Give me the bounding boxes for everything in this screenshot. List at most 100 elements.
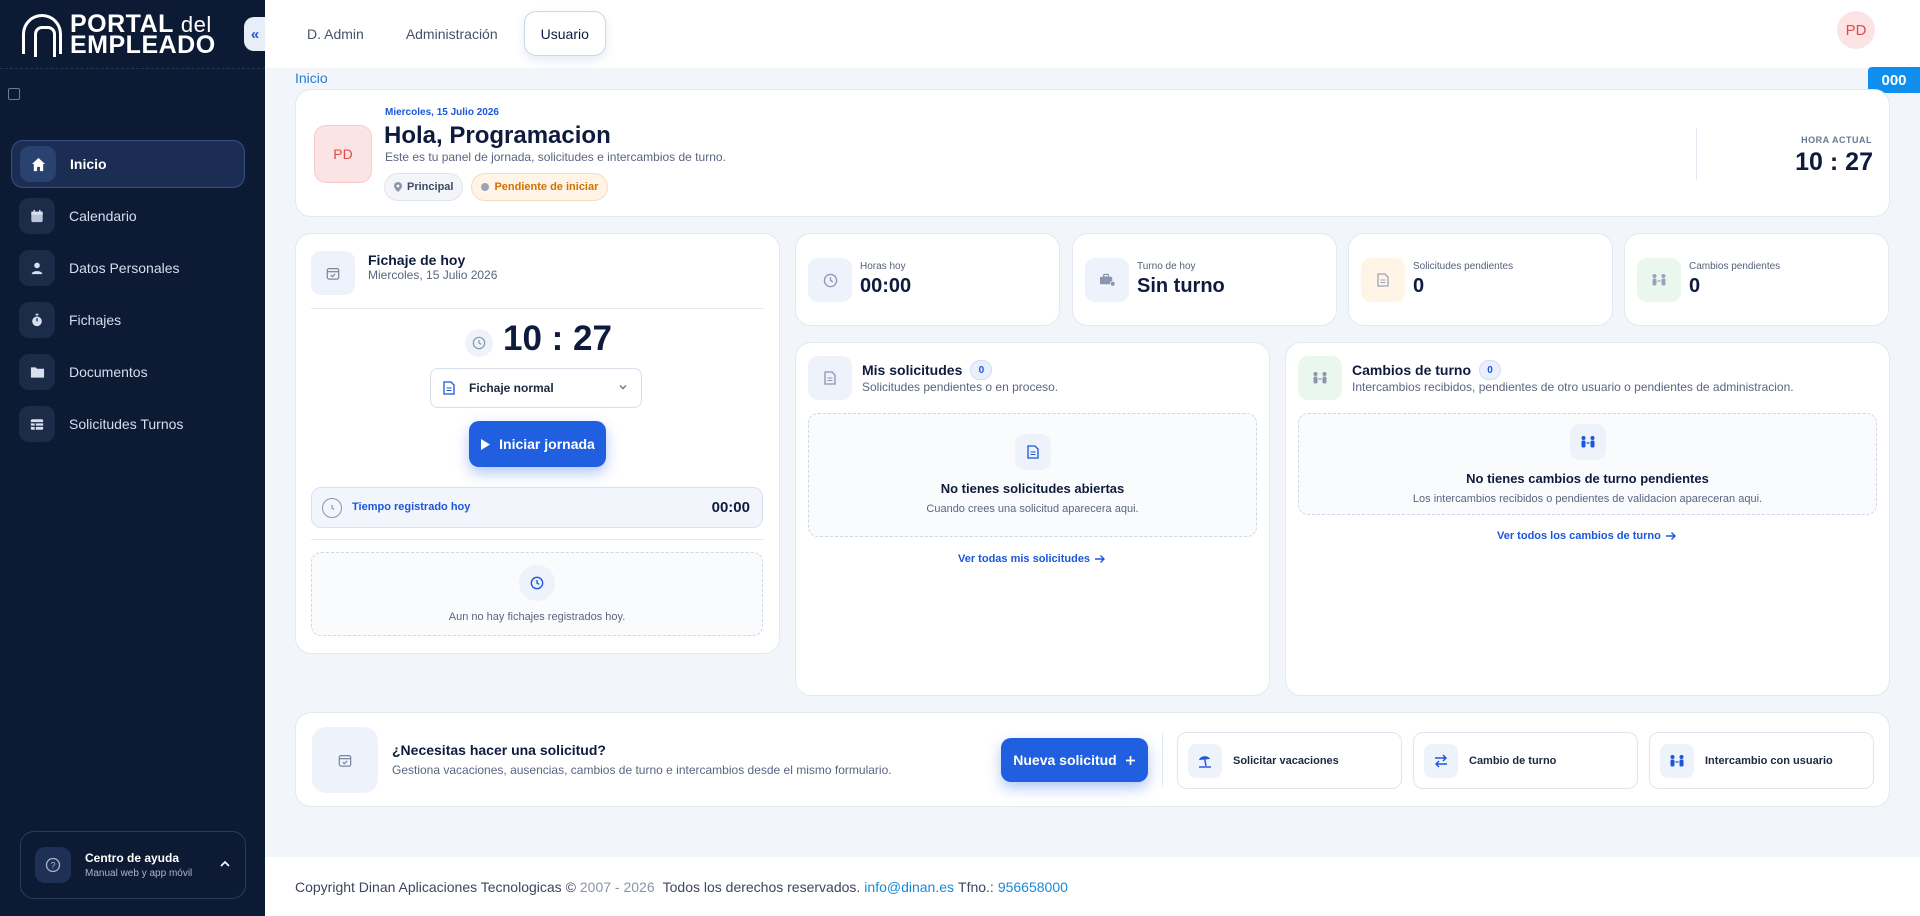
sidebar-divider: [0, 68, 265, 69]
rights-text: Todos los derechos reservados.: [662, 878, 861, 895]
sidebar-item-datos-personales[interactable]: Datos Personales: [11, 244, 245, 292]
sidebar-nav: Inicio Calendario Datos Personales Ficha…: [11, 140, 245, 452]
start-shift-label: Iniciar jornada: [499, 436, 595, 452]
stat-label: Cambios pendientes: [1689, 261, 1781, 272]
clock-icon: [465, 329, 493, 357]
my-requests-card: Mis solicitudes 0 Solicitudes pendientes…: [795, 342, 1270, 696]
status-badge: Pendiente de iniciar: [471, 173, 609, 201]
topbar: D. Admin Administración Usuario PD: [265, 0, 1920, 68]
copyright-years: 2007 - 2026: [579, 878, 655, 895]
sidebar-item-inicio[interactable]: Inicio: [11, 140, 245, 188]
request-bar-title: ¿Necesitas hacer una solicitud?: [392, 742, 606, 758]
my-requests-subtitle: Solicitudes pendientes o en proceso.: [862, 380, 1059, 394]
clock-in-empty-state: Aun no hay fichajes registrados hoy.: [311, 552, 763, 636]
logo-line2: EMPLEADO: [70, 30, 216, 59]
user-avatar[interactable]: PD: [1837, 11, 1875, 49]
plus-icon: [1125, 755, 1135, 765]
stat-value: 0: [1413, 275, 1425, 297]
document-icon: [808, 356, 852, 400]
logo-mark-icon: [22, 14, 62, 57]
greeting-subtitle: Este es tu panel de jornada, solicitudes…: [385, 150, 726, 164]
stat-value: Sin turno: [1137, 275, 1225, 297]
email-link[interactable]: info@dinan.es: [864, 879, 954, 895]
stat-card-requests: Solicitudes pendientes 0: [1348, 233, 1613, 326]
quick-action-label: Cambio de turno: [1469, 754, 1557, 767]
greeting-title: Hola, Programacion: [384, 122, 611, 149]
link-label: Ver todos los cambios de turno: [1497, 530, 1661, 542]
shift-changes-empty-state: No tienes cambios de turno pendientes Lo…: [1298, 413, 1877, 515]
stat-card-shift: Turno de hoy Sin turno: [1072, 233, 1337, 326]
document-icon: [443, 381, 455, 395]
clock-in-date: Miercoles, 15 Julio 2026: [368, 268, 498, 282]
divider: [1696, 128, 1697, 180]
my-requests-title: Mis solicitudes: [862, 362, 963, 378]
breadcrumb[interactable]: Inicio: [295, 70, 328, 86]
question-icon: ?: [35, 847, 71, 883]
quick-action-user-exchange[interactable]: Intercambio con usuario: [1649, 732, 1874, 789]
arrow-right-icon: [1665, 532, 1676, 540]
calendar-icon: [312, 727, 378, 793]
tab-administracion[interactable]: Administración: [390, 11, 514, 56]
sidebar-item-calendario[interactable]: Calendario: [11, 192, 245, 240]
sidebar-item-documentos[interactable]: Documentos: [11, 348, 245, 396]
arrow-right-icon: [1095, 555, 1106, 563]
empty-subtitle: Los intercambios recibidos o pendientes …: [1412, 493, 1763, 505]
stat-label: Solicitudes pendientes: [1413, 261, 1514, 272]
shift-changes-card: Cambios de turno 0 Intercambios recibido…: [1285, 342, 1890, 696]
current-date: Miercoles, 15 Julio 2026: [385, 107, 499, 118]
quick-action-shift-change[interactable]: Cambio de turno: [1413, 732, 1638, 789]
portal-logo[interactable]: PORTAL del EMPLEADO: [22, 11, 216, 59]
current-time-value: 10 : 27: [1795, 148, 1873, 176]
help-center[interactable]: ? Centro de ayuda Manual web y app móvil: [20, 831, 246, 899]
tab-d-admin[interactable]: D. Admin: [291, 11, 380, 56]
location-label: Principal: [407, 181, 454, 193]
count-badge: 0: [970, 360, 993, 380]
stopwatch-icon: [19, 302, 55, 338]
pin-icon: [394, 182, 402, 192]
empty-title: No tienes cambios de turno pendientes: [1466, 471, 1709, 486]
sidebar: PORTAL del EMPLEADO « Inicio Calendario …: [0, 0, 266, 916]
sidebar-item-label: Inicio: [70, 156, 107, 172]
chevron-up-icon[interactable]: [219, 858, 231, 870]
footer: Copyright Dinan Aplicaciones Tecnologica…: [265, 857, 1920, 916]
clock-icon: [808, 258, 852, 302]
status-dot-icon: [481, 183, 490, 191]
svg-text:?: ?: [50, 861, 55, 871]
phone-link[interactable]: 956658000: [998, 879, 1068, 895]
view-all-requests-link[interactable]: Ver todas mis solicitudes: [958, 553, 1106, 565]
people-icon: [1569, 424, 1606, 460]
divider: [311, 539, 763, 540]
quick-action-label: Intercambio con usuario: [1705, 754, 1833, 767]
clock-in-type-select[interactable]: Fichaje normal: [430, 368, 642, 408]
location-badge: Principal: [384, 173, 464, 201]
sidebar-item-fichajes[interactable]: Fichajes: [11, 296, 245, 344]
copyright-text: Copyright Dinan Aplicaciones Tecnologica…: [295, 878, 576, 895]
new-request-bar: ¿Necesitas hacer una solicitud? Gestiona…: [295, 712, 1890, 807]
empty-subtitle: Cuando crees una solicitud aparecera aqu…: [926, 503, 1139, 515]
people-icon: [1298, 356, 1342, 400]
request-bar-subtitle: Gestiona vacaciones, ausencias, cambios …: [392, 763, 892, 777]
count-badge: 0: [1479, 360, 1502, 380]
collapse-sidebar-button[interactable]: «: [244, 17, 266, 51]
shift-changes-title: Cambios de turno: [1352, 362, 1472, 378]
empty-text: Aun no hay fichajes registrados hoy.: [448, 611, 626, 623]
current-time-label: HORA ACTUAL: [1801, 135, 1872, 145]
start-shift-button[interactable]: Iniciar jornada: [469, 421, 606, 467]
sidebar-item-label: Solicitudes Turnos: [69, 416, 184, 432]
sidebar-item-label: Documentos: [69, 364, 148, 380]
sidebar-item-label: Datos Personales: [69, 260, 180, 276]
broken-image-icon: [8, 88, 20, 100]
stat-label: Horas hoy: [860, 261, 906, 272]
view-all-changes-link[interactable]: Ver todos los cambios de turno: [1497, 530, 1677, 542]
divider: [311, 308, 763, 309]
quick-action-vacation[interactable]: Solicitar vacaciones: [1177, 732, 1402, 789]
sidebar-item-solicitudes-turnos[interactable]: Solicitudes Turnos: [11, 400, 245, 448]
status-chips: Principal Pendiente de iniciar: [384, 173, 609, 201]
clock-in-title: Fichaje de hoy: [368, 252, 466, 268]
tab-usuario[interactable]: Usuario: [523, 11, 606, 56]
play-icon: [481, 438, 491, 450]
new-request-button[interactable]: Nueva solicitud: [1001, 738, 1148, 782]
calendar-icon: [19, 198, 55, 234]
stat-label: Turno de hoy: [1137, 261, 1196, 272]
beach-icon: [1188, 743, 1222, 778]
